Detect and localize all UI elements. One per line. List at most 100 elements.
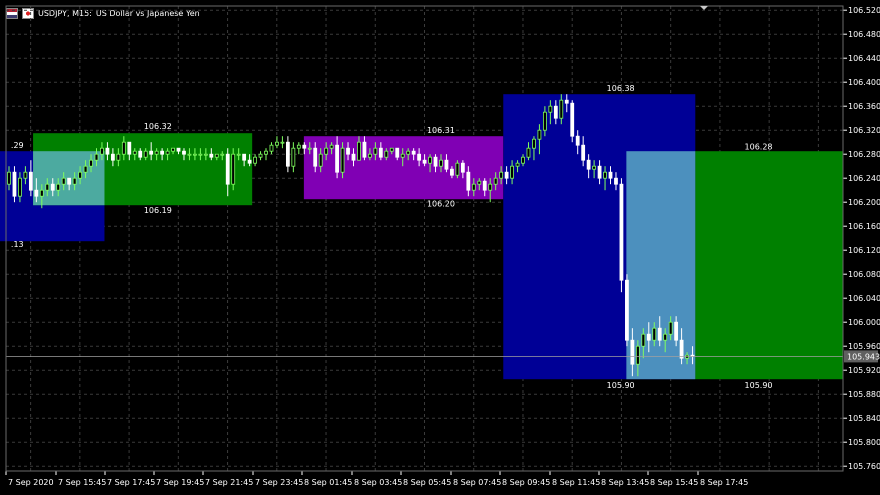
- candle-body: [674, 321, 679, 341]
- shift-marker-icon: [700, 6, 708, 10]
- candle-body: [198, 153, 203, 156]
- candle-body: [521, 156, 525, 164]
- candle-body: [127, 141, 132, 155]
- zone-price-label: 106.20: [427, 199, 455, 208]
- candle-body: [630, 339, 635, 365]
- zone-box: [626, 151, 696, 380]
- candle-body: [450, 168, 454, 176]
- candle-body: [269, 144, 274, 152]
- y-tick-label: 106.120: [848, 246, 880, 255]
- candle-body: [384, 150, 389, 158]
- candle-body: [373, 147, 378, 155]
- candle-body: [105, 147, 110, 155]
- candle-body: [39, 189, 44, 197]
- candle-body: [378, 147, 383, 158]
- candle-body: [406, 150, 411, 155]
- candle-body: [34, 189, 39, 197]
- candle-body: [78, 171, 82, 179]
- candle-body: [422, 159, 427, 164]
- candle-body: [417, 153, 422, 161]
- candle-body: [23, 171, 28, 179]
- candle-body: [253, 156, 257, 164]
- candle-body: [553, 105, 558, 119]
- candle-body: [455, 162, 460, 176]
- y-tick-label: 105.760: [848, 462, 880, 471]
- candle-body: [67, 177, 72, 185]
- candle-body: [171, 147, 175, 152]
- candle-body: [614, 177, 618, 185]
- candle-body: [121, 141, 126, 155]
- candle-body: [324, 147, 329, 155]
- candle-body: [340, 147, 345, 173]
- candle-body: [242, 153, 247, 161]
- candle-body: [362, 141, 367, 158]
- y-tick-label: 105.920: [848, 366, 880, 375]
- candle-body: [313, 147, 318, 167]
- candle-body: [291, 147, 296, 167]
- x-tick-label: 8 Sep 05:45: [403, 478, 451, 487]
- candle-body: [83, 165, 88, 173]
- candle-body: [400, 153, 405, 158]
- y-tick-label: 106.160: [848, 222, 880, 231]
- y-tick-label: 106.200: [848, 198, 880, 207]
- candle-body: [247, 159, 252, 164]
- candle-body: [7, 171, 11, 185]
- candle-body: [646, 333, 651, 341]
- candle-body: [625, 279, 629, 341]
- zone-price-label: 106.32: [144, 122, 172, 131]
- candle-body: [72, 177, 77, 185]
- zone-price-label: 106.28: [745, 142, 773, 151]
- candle-body: [603, 171, 607, 179]
- candle-body: [499, 171, 504, 179]
- x-tick-label: 8 Sep 09:45: [502, 478, 550, 487]
- candle-body: [285, 141, 290, 167]
- y-tick-label: 105.960: [848, 342, 880, 351]
- candle-body: [209, 153, 214, 158]
- candle-body: [592, 165, 597, 170]
- current-price-label: 105.943: [847, 352, 880, 361]
- candle-body: [110, 153, 115, 161]
- candle-body: [493, 177, 498, 185]
- candle-body: [56, 183, 61, 191]
- x-tick-label: 7 Sep 19:45: [156, 478, 204, 487]
- candle-body: [586, 159, 591, 170]
- candle-body: [657, 327, 662, 341]
- candle-body: [231, 153, 236, 185]
- candle-body: [679, 339, 684, 359]
- candle-body: [439, 159, 443, 167]
- zone-price-label: 106.38: [607, 84, 635, 93]
- candle-body: [368, 153, 372, 158]
- candle-body: [203, 153, 208, 156]
- candle-body: [280, 141, 285, 144]
- zone-price-label: 105.90: [607, 381, 635, 390]
- candle-body: [61, 177, 66, 185]
- candle-body: [575, 135, 580, 146]
- candle-body: [89, 159, 93, 167]
- x-tick-label: 8 Sep 13:45: [601, 478, 649, 487]
- x-tick-label: 7 Sep 15:45: [58, 478, 106, 487]
- candle-body: [537, 129, 542, 140]
- x-tick-label: 8 Sep 07:45: [453, 478, 501, 487]
- x-tick-label: 7 Sep 2020: [8, 478, 54, 487]
- x-tick-label: 8 Sep 01:45: [304, 478, 352, 487]
- zone-price-label: 106.31: [427, 126, 455, 135]
- candle-body: [668, 321, 673, 335]
- y-tick-label: 106.320: [848, 126, 880, 135]
- candle-body: [176, 147, 181, 152]
- candle-body: [28, 171, 33, 191]
- y-tick-label: 106.520: [848, 6, 880, 15]
- candle-body: [18, 177, 22, 197]
- y-tick-label: 105.800: [848, 438, 880, 447]
- candle-body: [652, 327, 657, 341]
- candle-body: [264, 150, 268, 155]
- zone-boxes: [0, 94, 843, 380]
- candle-body: [510, 165, 514, 179]
- price-chart[interactable]: .29 .13 106.32 106.19 106.31 106.20 106.38 105.…: [0, 0, 880, 495]
- candle-body: [143, 150, 148, 158]
- candle-body: [258, 153, 263, 158]
- candle-body: [100, 147, 104, 155]
- candle-body: [635, 345, 640, 365]
- candle-body: [395, 147, 400, 158]
- zone-box: [695, 151, 843, 380]
- y-tick-label: 106.440: [848, 54, 880, 63]
